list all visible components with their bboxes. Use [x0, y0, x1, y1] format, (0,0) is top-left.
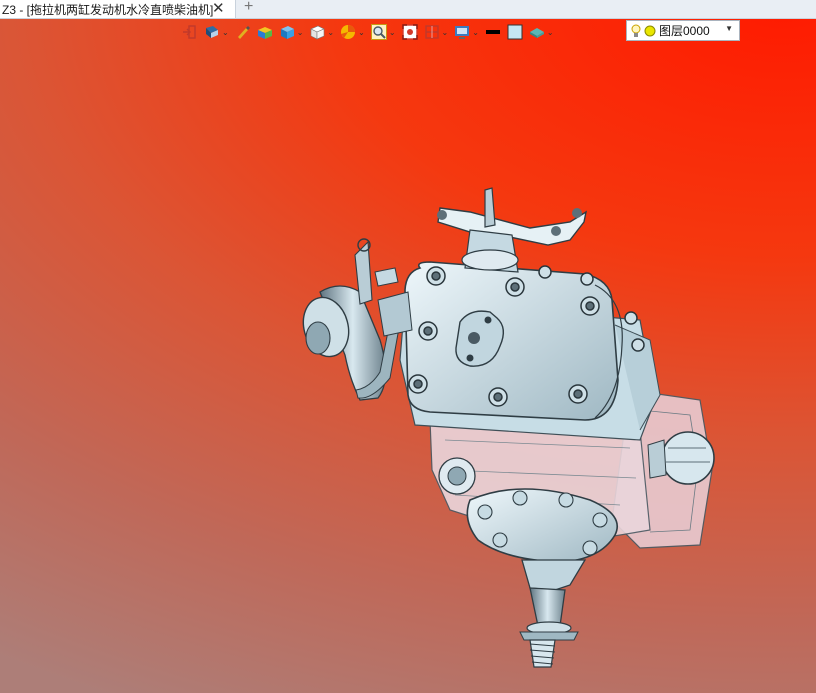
crank-nose [521, 559, 587, 591]
engine-model[interactable] [0, 0, 816, 693]
injector-hole [468, 332, 480, 344]
side-cap [661, 431, 715, 485]
